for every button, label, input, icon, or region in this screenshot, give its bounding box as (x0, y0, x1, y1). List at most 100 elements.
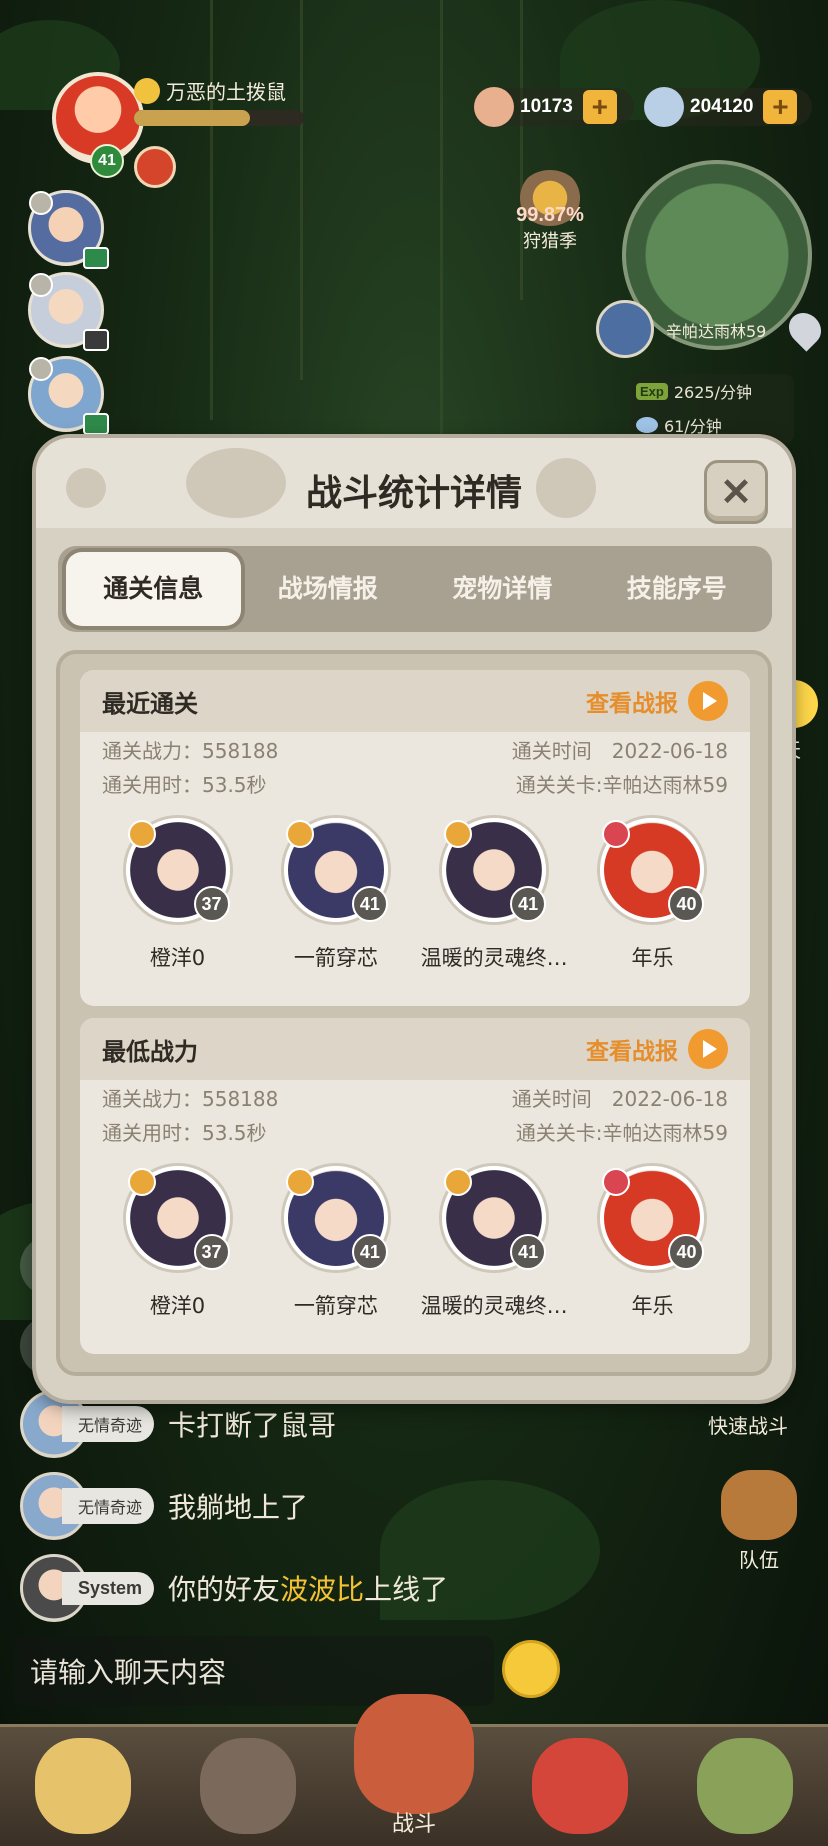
hero-name: 温暖的灵魂终… (420, 1294, 568, 1318)
clear-power: 通关战力：558188 (102, 1086, 279, 1111)
hero-name: 年乐 (631, 946, 674, 970)
player-level-badge: 41 (90, 144, 124, 178)
battle-stats-dialog: 战斗统计详情 ✕ 通关信息 战场情报 宠物详情 技能序号 最近通关 查看战报 通… (36, 438, 792, 1400)
bottom-nav: 战斗 (0, 1694, 828, 1846)
hero-level: 40 (668, 886, 705, 922)
add-gems-button[interactable]: + (582, 90, 617, 124)
hero-name: 年乐 (631, 1294, 674, 1318)
hero-slot[interactable]: 37 橙洋0 (100, 818, 255, 972)
chat-username[interactable]: 无情奇迹 (62, 1488, 155, 1524)
teammate-avatar[interactable] (28, 272, 109, 351)
view-report-button[interactable]: 查看战报 (586, 681, 728, 721)
team-icon (721, 1470, 797, 1540)
dinosaur-icon (531, 1738, 628, 1834)
online-status-icon (83, 413, 109, 435)
hero-slot[interactable]: 37 橙洋0 (100, 1166, 255, 1320)
hero-list: 37 橙洋0 41 一箭穿芯 41 温暖的灵魂终… 40 年乐 (80, 1148, 750, 1320)
chat-text: 你的好友波波比上线了 (168, 1573, 449, 1606)
hero-portrait: 41 (283, 1166, 388, 1270)
hero-slot[interactable]: 41 温暖的灵魂终… (417, 818, 572, 972)
trident-icon (444, 820, 473, 848)
trident-icon (444, 1168, 473, 1196)
clear-time: 通关时间 2022-06-18 (511, 738, 728, 763)
hero-slot[interactable]: 41 温暖的灵魂终… (417, 1166, 572, 1320)
teammate-avatar[interactable] (28, 190, 109, 269)
trident-icon (285, 820, 314, 848)
emoji-button[interactable] (502, 1640, 560, 1698)
region-icon[interactable] (596, 300, 654, 358)
hero-slot[interactable]: 41 一箭穿芯 (258, 1166, 413, 1320)
currency-stones: 204120 + (644, 87, 812, 127)
clear-duration: 通关用时：53.5秒 (102, 1120, 267, 1145)
tab-clear-info[interactable]: 通关信息 (66, 552, 241, 626)
tab-skill-order[interactable]: 技能序号 (590, 552, 765, 626)
hero-portrait: 37 (125, 818, 230, 922)
hero-portrait: 41 (283, 818, 388, 922)
shield-icon (602, 820, 631, 848)
close-button[interactable]: ✕ (704, 460, 768, 524)
play-icon (688, 681, 728, 721)
hero-list: 37 橙洋0 41 一箭穿芯 41 温暖的灵魂终… 40 年乐 (80, 800, 750, 972)
clear-power: 通关战力：558188 (102, 738, 279, 763)
sword-icon (29, 191, 53, 215)
friend-name-link[interactable]: 波波比 (280, 1573, 364, 1606)
hero-name: 一箭穿芯 (293, 946, 378, 970)
rates-panel: Exp 2625/分钟 61/分钟 (630, 374, 794, 444)
hero-portrait: 41 (442, 818, 547, 922)
teammate-avatar[interactable] (28, 356, 109, 435)
nav-pets[interactable] (18, 1730, 148, 1838)
clear-stage: 通关关卡:辛帕达雨林59 (515, 1120, 728, 1145)
hero-level: 41 (510, 886, 547, 922)
hero-icon (200, 1738, 297, 1834)
hero-level: 41 (510, 1234, 547, 1270)
element-icon (29, 273, 53, 297)
clear-time: 通关时间 2022-06-18 (511, 1086, 728, 1111)
chat-message: System 你的好友波波比上线了 (20, 1554, 448, 1622)
chat-username[interactable]: 无情奇迹 (62, 1406, 155, 1442)
chat-text: 我躺地上了 (168, 1491, 309, 1524)
hero-level: 37 (193, 886, 230, 922)
currency-gems: 10173 + (474, 87, 634, 127)
tab-pet-details[interactable]: 宠物详情 (415, 552, 590, 626)
player-xp-bar (134, 110, 304, 126)
quick-fight-button[interactable]: 快速战斗 (708, 1410, 788, 1439)
record-card-lowest-power: 最低战力 查看战报 通关战力：558188 通关时间 2022-06-18 通关… (80, 1018, 750, 1354)
chat-username: System (62, 1571, 155, 1605)
chat-message: 无情奇迹 我躺地上了 (20, 1472, 308, 1540)
trident-icon (127, 820, 156, 848)
hero-slot[interactable]: 40 年乐 (575, 1166, 730, 1320)
hunt-percent: 99.87% (516, 204, 584, 226)
exp-rate: 2625/分钟 (673, 383, 752, 402)
card-title: 最低战力 (102, 1037, 198, 1066)
add-stones-button[interactable]: + (763, 90, 798, 124)
hero-level: 37 (193, 1234, 230, 1270)
nav-heroes[interactable] (183, 1730, 313, 1838)
stone-rate: 61/分钟 (664, 417, 722, 436)
hero-name: 一箭穿芯 (293, 1294, 378, 1318)
exp-icon: Exp (636, 382, 668, 400)
record-card-latest: 最近通关 查看战报 通关战力：558188 通关时间 2022-06-18 通关… (80, 670, 750, 1006)
totem-icon (353, 1694, 474, 1814)
tab-bar: 通关信息 战场情报 宠物详情 技能序号 (58, 546, 772, 632)
team-button[interactable]: 队伍 (714, 1470, 804, 1573)
player-name-row: 万恶的土拨鼠 (134, 76, 286, 105)
chat-text: 卡打断了鼠哥 (168, 1409, 337, 1442)
hero-level: 41 (351, 1234, 388, 1270)
nav-tribe[interactable] (680, 1730, 810, 1838)
nav-monsters[interactable] (515, 1730, 645, 1838)
guild-badge-icon[interactable] (134, 146, 176, 188)
hero-level: 40 (668, 1234, 705, 1270)
clear-duration: 通关用时：53.5秒 (102, 772, 267, 797)
nav-battle[interactable]: 战斗 (349, 1694, 479, 1838)
hunt-season-button[interactable]: 99.87% 狩猎季 (500, 170, 600, 253)
hero-slot[interactable]: 41 一箭穿芯 (258, 818, 413, 972)
hero-slot[interactable]: 40 年乐 (575, 818, 730, 972)
tab-battle-intel[interactable]: 战场情报 (241, 552, 416, 626)
tab-content: 最近通关 查看战报 通关战力：558188 通关时间 2022-06-18 通关… (56, 650, 772, 1376)
online-status-icon (83, 247, 109, 269)
hunt-label: 狩猎季 (523, 231, 577, 252)
trident-icon (127, 1168, 156, 1196)
hero-name: 温暖的灵魂终… (420, 946, 568, 970)
card-title: 最近通关 (102, 689, 198, 718)
view-report-button[interactable]: 查看战报 (586, 1029, 728, 1069)
